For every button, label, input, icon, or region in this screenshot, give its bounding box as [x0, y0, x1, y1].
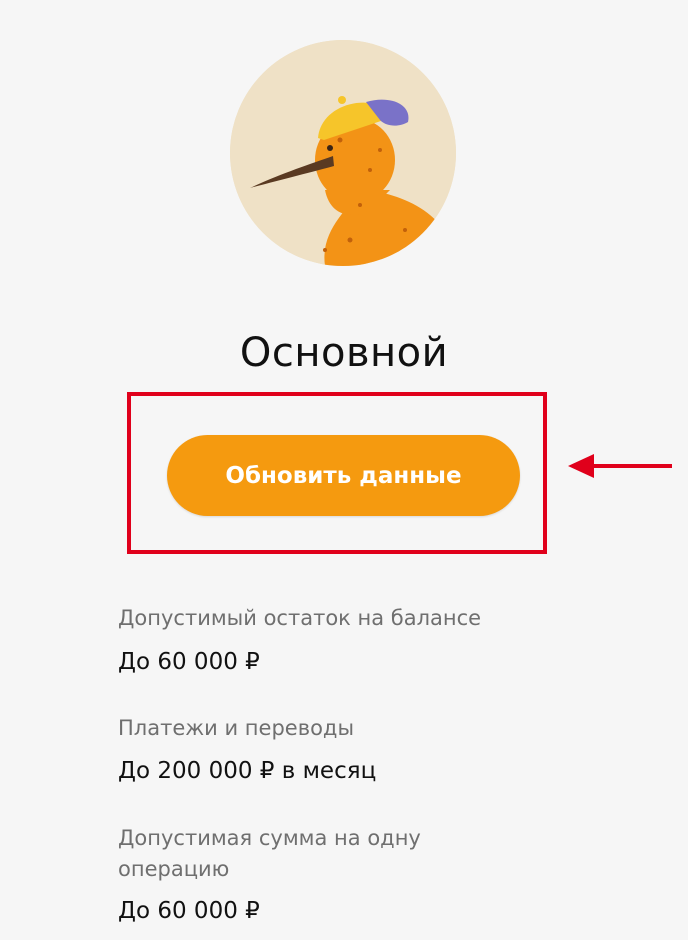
kiwi-bird-avatar-icon — [230, 40, 456, 266]
update-data-button[interactable]: Обновить данные — [167, 435, 520, 516]
operation-limit-value: До 60 000 ₽ — [118, 898, 260, 924]
avatar — [230, 40, 456, 266]
operation-limit-label: Допустимая сумма на одну операцию — [118, 826, 421, 881]
page-title: Основной — [239, 330, 449, 376]
payments-limit-value: До 200 000 ₽ в месяц — [118, 758, 377, 784]
balance-limit-value: До 60 000 ₽ — [118, 649, 260, 675]
payments-limit-label: Платежи и переводы — [118, 716, 355, 740]
left-arrow-icon — [568, 454, 672, 478]
balance-limit-label: Допустимый остаток на балансе — [118, 606, 482, 630]
